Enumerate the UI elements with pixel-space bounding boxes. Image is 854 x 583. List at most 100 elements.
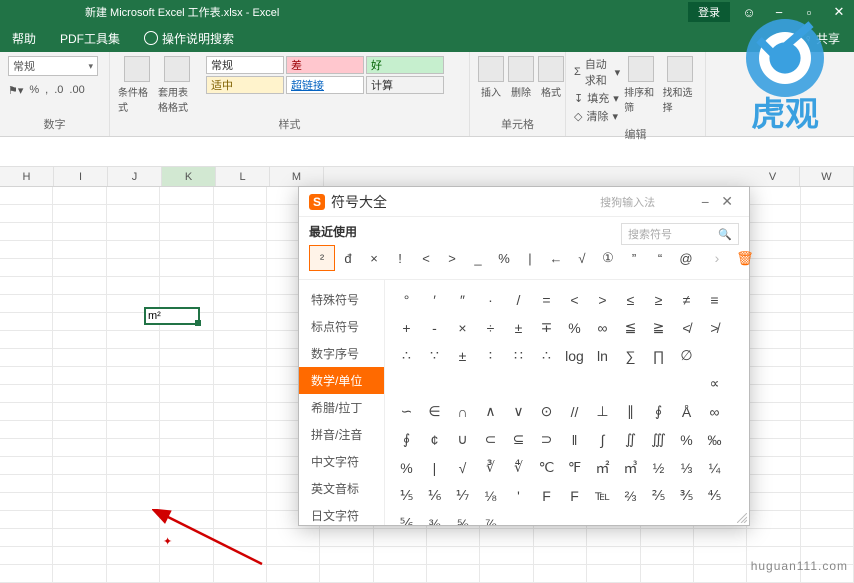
- cell[interactable]: [53, 205, 106, 223]
- symbol-cell[interactable]: ': [505, 482, 532, 509]
- cell[interactable]: [53, 277, 106, 295]
- cell[interactable]: [801, 349, 854, 367]
- cell[interactable]: [214, 223, 267, 241]
- recent-symbol[interactable]: |: [517, 245, 543, 271]
- cell[interactable]: [107, 511, 160, 529]
- cell[interactable]: [214, 367, 267, 385]
- cell[interactable]: [641, 547, 694, 565]
- cell[interactable]: [747, 385, 800, 403]
- cell[interactable]: [0, 241, 53, 259]
- symbol-grid-wrap[interactable]: °′″·/=<>≤≥≠≡+-×÷±∓%∞≦≧≮≯∴∵±∶∷∴logln∑∏∅ ∝…: [385, 280, 749, 525]
- symbol-cell[interactable]: ±: [505, 314, 532, 341]
- cell[interactable]: [320, 565, 373, 583]
- symbol-cell[interactable]: ∩: [449, 398, 476, 425]
- cell[interactable]: [0, 457, 53, 475]
- decimal-dec-button[interactable]: .00: [69, 84, 84, 97]
- recent-symbol[interactable]: ²: [309, 245, 335, 271]
- symbol-cell[interactable]: ∵: [421, 342, 448, 369]
- cell[interactable]: [534, 547, 587, 565]
- cell[interactable]: [0, 223, 53, 241]
- cell[interactable]: [747, 403, 800, 421]
- symbol-cell[interactable]: ℉: [561, 454, 588, 481]
- cell[interactable]: [160, 367, 213, 385]
- cell[interactable]: [0, 511, 53, 529]
- cell[interactable]: [107, 331, 160, 349]
- cell[interactable]: [801, 223, 854, 241]
- dialog-min-button[interactable]: −: [695, 194, 715, 210]
- symbol-cell[interactable]: [505, 370, 532, 397]
- col-J[interactable]: J: [108, 167, 162, 186]
- category-item[interactable]: 希腊/拉丁: [299, 394, 384, 421]
- cell[interactable]: [747, 475, 800, 493]
- cell[interactable]: [534, 529, 587, 547]
- menu-pdf-tools[interactable]: PDF工具集: [48, 24, 132, 52]
- cell[interactable]: [53, 385, 106, 403]
- cell[interactable]: [160, 439, 213, 457]
- recent-symbol[interactable]: @: [673, 245, 699, 271]
- percent-button[interactable]: %: [29, 84, 39, 97]
- cell[interactable]: [0, 385, 53, 403]
- cell[interactable]: [107, 367, 160, 385]
- symbol-cell[interactable]: ′: [421, 286, 448, 313]
- cell[interactable]: [214, 493, 267, 511]
- cell[interactable]: [214, 511, 267, 529]
- cell[interactable]: [53, 295, 106, 313]
- cell[interactable]: [427, 529, 480, 547]
- col-I[interactable]: I: [54, 167, 108, 186]
- symbol-cell[interactable]: ≡: [701, 286, 728, 313]
- col-W[interactable]: W: [800, 167, 854, 186]
- cell[interactable]: [0, 403, 53, 421]
- login-button[interactable]: 登录: [688, 2, 730, 22]
- cell[interactable]: [0, 475, 53, 493]
- symbol-cell[interactable]: ≧: [645, 314, 672, 341]
- cell[interactable]: [747, 511, 800, 529]
- cell[interactable]: [747, 295, 800, 313]
- symbol-cell[interactable]: [533, 510, 560, 525]
- symbol-cell[interactable]: ⅚: [393, 510, 420, 525]
- symbol-cell[interactable]: ∷: [505, 342, 532, 369]
- window-min-button[interactable]: −: [764, 0, 794, 24]
- symbol-cell[interactable]: [421, 370, 448, 397]
- cell[interactable]: [107, 385, 160, 403]
- symbol-cell[interactable]: ⊥: [589, 398, 616, 425]
- menu-tell-me[interactable]: 操作说明搜索: [132, 24, 246, 52]
- symbol-cell[interactable]: ∴: [533, 342, 560, 369]
- cell[interactable]: [801, 421, 854, 439]
- cell[interactable]: [0, 547, 53, 565]
- symbol-cell[interactable]: %: [393, 454, 420, 481]
- symbol-cell[interactable]: ≯: [701, 314, 728, 341]
- cell[interactable]: [374, 547, 427, 565]
- symbol-cell[interactable]: ≦: [617, 314, 644, 341]
- recent-more-button[interactable]: ›: [705, 245, 729, 271]
- cell[interactable]: [53, 565, 106, 583]
- symbol-cell[interactable]: ∮: [393, 426, 420, 453]
- recent-symbol[interactable]: >: [439, 245, 465, 271]
- symbol-cell[interactable]: ∏: [645, 342, 672, 369]
- category-item[interactable]: 中文字符: [299, 448, 384, 475]
- cell[interactable]: [214, 331, 267, 349]
- symbol-cell[interactable]: ∅: [673, 342, 700, 369]
- cell[interactable]: [747, 529, 800, 547]
- cell[interactable]: [160, 241, 213, 259]
- symbol-cell[interactable]: ‰: [701, 426, 728, 453]
- cell[interactable]: [53, 547, 106, 565]
- symbol-cell[interactable]: ∥: [617, 398, 644, 425]
- cell[interactable]: [747, 367, 800, 385]
- cell[interactable]: [214, 439, 267, 457]
- cell[interactable]: [53, 475, 106, 493]
- symbol-cell[interactable]: log: [561, 342, 588, 369]
- category-item[interactable]: 拼音/注音: [299, 421, 384, 448]
- cell[interactable]: [214, 457, 267, 475]
- smiley-button[interactable]: ☺: [734, 0, 764, 24]
- symbol-cell[interactable]: ∈: [421, 398, 448, 425]
- symbol-cell[interactable]: %: [561, 314, 588, 341]
- cell[interactable]: [160, 565, 213, 583]
- cell[interactable]: [53, 331, 106, 349]
- recent-symbol[interactable]: ×: [361, 245, 387, 271]
- cell[interactable]: [53, 349, 106, 367]
- cell[interactable]: [160, 457, 213, 475]
- clear-button[interactable]: ◇清除 ▾: [574, 108, 620, 124]
- symbol-cell[interactable]: [561, 510, 588, 525]
- cell[interactable]: [801, 313, 854, 331]
- symbol-cell[interactable]: ≠: [673, 286, 700, 313]
